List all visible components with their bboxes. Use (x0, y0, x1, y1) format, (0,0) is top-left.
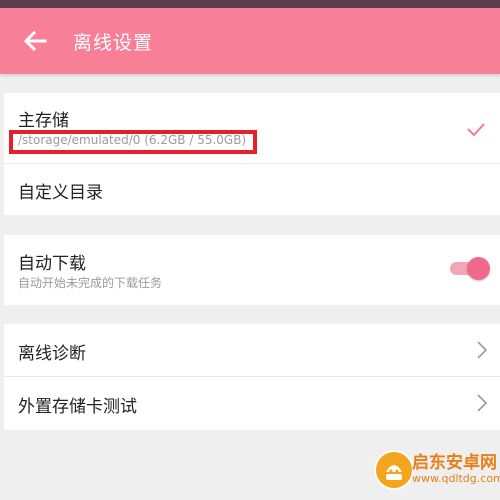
toggle-thumb (467, 257, 490, 280)
check-icon (467, 123, 485, 137)
watermark-url: www.qdltdg.com (412, 472, 500, 485)
arrow-left-icon (23, 30, 47, 52)
chevron-right-icon (477, 394, 488, 412)
highlight-annotation-box (9, 130, 257, 154)
auto-download-row: 自动下载 自动开始未完成的下载任务 (4, 235, 500, 305)
auto-download-toggle[interactable] (448, 255, 490, 281)
diagnostics-card: 离线诊断 外置存储卡测试 (4, 324, 500, 430)
chevron-right-icon (477, 341, 488, 359)
auto-download-label: 自动下载 (18, 254, 86, 274)
auto-download-card: 自动下载 自动开始未完成的下载任务 (4, 235, 500, 305)
offline-diagnosis-label: 离线诊断 (18, 344, 86, 364)
external-sd-test-label: 外置存储卡测试 (18, 397, 137, 417)
external-sd-test-item[interactable]: 外置存储卡测试 (4, 377, 500, 430)
watermark-logo-icon (374, 450, 414, 490)
watermark-brand: 启东安卓网 (412, 453, 497, 473)
auto-download-description: 自动开始未完成的下载任务 (18, 276, 163, 290)
page-title: 离线设置 (73, 32, 154, 54)
primary-storage-label: 主存储 (18, 111, 69, 131)
storage-card: 主存储 /storage/emulated/0 (6.2GB / 55.0GB)… (4, 93, 500, 215)
custom-directory-option[interactable]: 自定义目录 (4, 164, 500, 215)
status-bar (0, 0, 500, 8)
watermark: 启东安卓网 www.qdltdg.com (368, 440, 500, 500)
back-button[interactable] (18, 24, 52, 58)
app-bar: 离线设置 (0, 8, 500, 74)
custom-directory-label: 自定义目录 (18, 183, 103, 203)
offline-diagnosis-item[interactable]: 离线诊断 (4, 324, 500, 376)
